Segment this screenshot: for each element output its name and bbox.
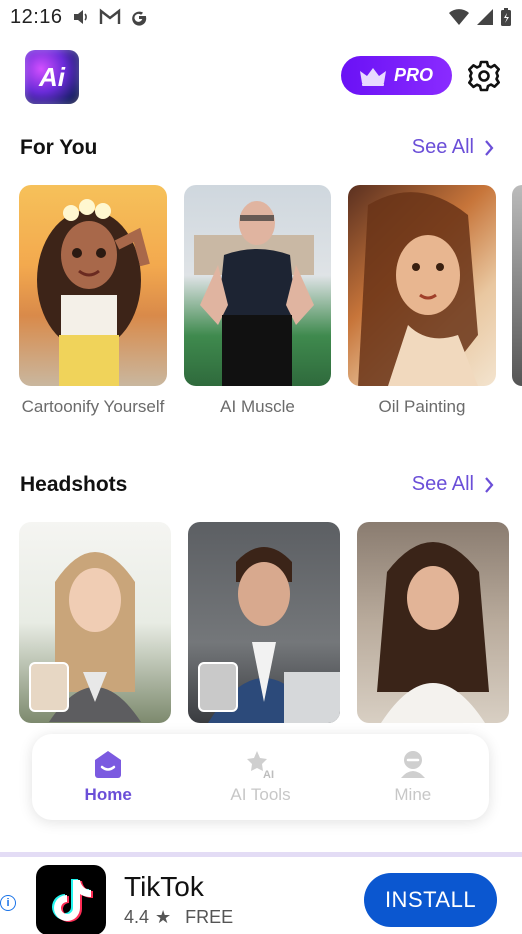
crown-icon [359, 67, 386, 86]
ad-title[interactable]: TikTok [124, 871, 204, 903]
gear-icon [468, 60, 500, 92]
tiktok-app-icon[interactable] [36, 865, 106, 934]
install-button[interactable]: INSTALL [364, 873, 497, 927]
see-all-label: See All [411, 473, 474, 495]
card-ai-muscle[interactable] [184, 185, 331, 386]
gmail-icon [99, 8, 120, 24]
headshot-source-thumbnail [29, 662, 69, 712]
nav-item-home[interactable]: Home [32, 734, 184, 820]
volume-icon [73, 10, 87, 24]
nav-label-ai-tools: AI Tools [230, 785, 291, 804]
profile-icon [400, 751, 425, 778]
nav-item-ai-tools[interactable]: AI AI Tools [184, 734, 336, 820]
google-icon [131, 11, 146, 26]
nav-item-mine[interactable]: Mine [337, 734, 489, 820]
card-label-cartoonify: Cartoonify Yourself [21, 397, 165, 416]
home-icon [95, 751, 122, 778]
ad-banner[interactable]: i TikTok 4.4 ★ FREE INSTALL [0, 852, 522, 934]
muscle-man-image [194, 201, 314, 386]
battery-icon [501, 8, 511, 26]
headshot-source-thumbnail [198, 662, 238, 712]
pro-label: PRO [393, 65, 433, 85]
ad-price: FREE [185, 907, 234, 927]
card-headshot-1[interactable] [19, 522, 171, 723]
card-cartoonify[interactable] [19, 185, 167, 386]
ad-meta: 4.4 ★ FREE [124, 907, 233, 928]
settings-button[interactable] [466, 58, 502, 94]
ad-rating: 4.4 [124, 907, 150, 927]
svg-text:AI: AI [263, 769, 274, 779]
signal-icon [477, 9, 493, 25]
chevron-right-icon [485, 476, 494, 493]
section-title-headshots: Headshots [20, 473, 128, 496]
pro-button[interactable]: PRO [341, 56, 452, 95]
nav-label-home: Home [84, 785, 132, 804]
status-bar: 12:16 [0, 0, 522, 34]
card-label-oil-painting: Oil Painting [378, 397, 466, 416]
see-all-label: See All [411, 136, 474, 158]
ai-tools-icon: AI [247, 751, 274, 779]
section-title-for-you: For You [20, 136, 98, 159]
app-logo-text: Ai [39, 61, 65, 92]
card-label-ai-muscle: AI Muscle [220, 397, 295, 416]
card-peek[interactable] [512, 185, 522, 386]
star-icon: ★ [155, 907, 172, 927]
wifi-icon [449, 9, 469, 25]
see-all-for-you[interactable]: See All [412, 136, 494, 159]
app-header: Ai PRO [0, 46, 522, 106]
chevron-right-icon [485, 139, 494, 156]
nav-label-mine: Mine [394, 785, 432, 804]
headshot-woman-brunette-image [377, 542, 489, 723]
tiktok-icon [52, 879, 93, 922]
oil-painting-image [358, 192, 478, 386]
see-all-headshots[interactable]: See All [412, 473, 494, 496]
status-time: 12:16 [10, 5, 63, 28]
app-logo: Ai [25, 50, 79, 104]
bottom-nav: Home AI AI Tools Mine [32, 734, 489, 820]
card-oil-painting[interactable] [348, 185, 496, 386]
cartoon-girl-image [37, 199, 150, 386]
ad-info-icon[interactable]: i [0, 895, 16, 911]
card-headshot-2[interactable] [188, 522, 340, 723]
card-headshot-3[interactable] [357, 522, 509, 723]
